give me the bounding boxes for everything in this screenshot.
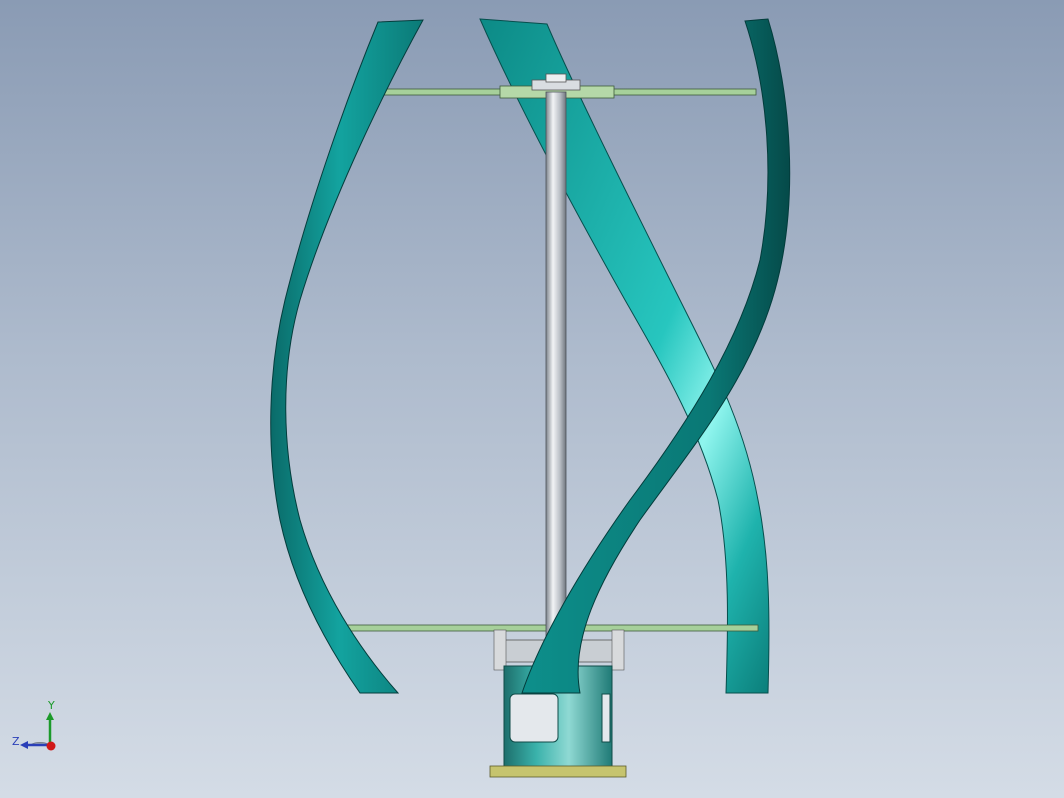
orientation-triad[interactable]: Y Z — [8, 700, 68, 760]
wind-turbine-model[interactable] — [0, 0, 1064, 798]
triad-y-label: Y — [48, 699, 55, 712]
cad-3d-viewport[interactable]: Y Z — [0, 0, 1064, 798]
blade-left[interactable] — [270, 19, 424, 694]
triad-axes-icon — [20, 712, 56, 751]
triad-z-label: Z — [12, 735, 20, 748]
